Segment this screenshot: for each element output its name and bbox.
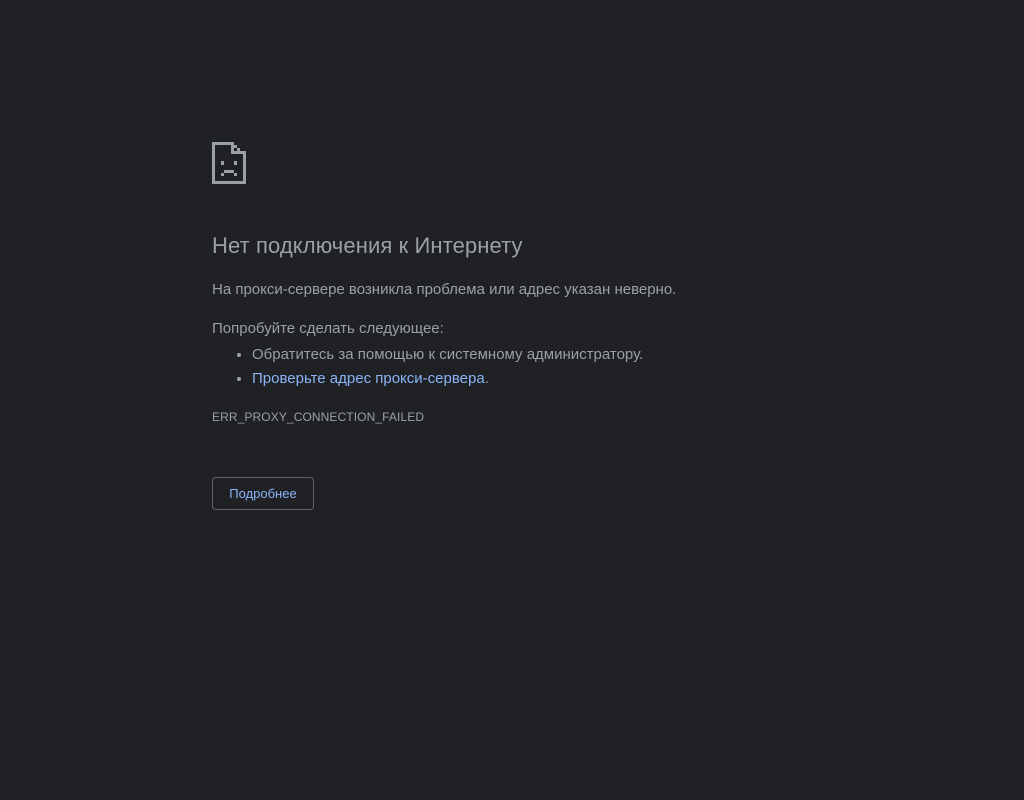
list-item: Обратитесь за помощью к системному админ…: [252, 343, 812, 367]
page-title: Нет подключения к Интернету: [212, 233, 523, 258]
details-button[interactable]: Подробнее: [212, 477, 314, 510]
check-proxy-link[interactable]: Проверьте адрес прокси-сервера: [252, 370, 485, 387]
sad-page-icon: [212, 142, 246, 184]
suggestion-contact-admin: Обратитесь за помощью к системному админ…: [252, 346, 644, 363]
error-code: ERR_PROXY_CONNECTION_FAILED: [212, 410, 425, 424]
suggestions-title: Попробуйте сделать следующее:: [212, 320, 444, 337]
error-description: На прокси-сервере возникла проблема или …: [212, 281, 677, 298]
suggestion-suffix: .: [484, 370, 489, 387]
suggestions-list: Обратитесь за помощью к системному админ…: [212, 343, 812, 391]
list-item: Проверьте адрес прокси-сервера.: [252, 367, 812, 391]
error-page-content: Нет подключения к Интернету На прокси-се…: [212, 142, 812, 425]
